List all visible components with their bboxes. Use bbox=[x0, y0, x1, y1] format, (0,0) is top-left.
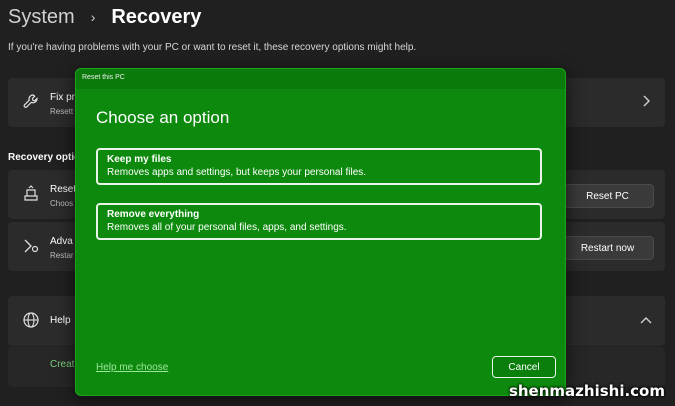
restart-now-button[interactable]: Restart now bbox=[561, 236, 654, 260]
fix-problems-title: Fix pr bbox=[50, 92, 75, 103]
dialog-title: Reset this PC bbox=[82, 74, 125, 81]
reset-pc-button[interactable]: Reset PC bbox=[561, 184, 654, 208]
advanced-startup-subtitle: Restar bbox=[50, 251, 74, 260]
option-title: Remove everything bbox=[107, 209, 200, 220]
recovery-options-heading: Recovery optio bbox=[8, 152, 81, 163]
cancel-button[interactable]: Cancel bbox=[492, 356, 556, 378]
page-title: Recovery bbox=[111, 5, 202, 28]
breadcrumb: System › Recovery bbox=[8, 4, 201, 30]
chevron-right-icon bbox=[639, 94, 653, 108]
breadcrumb-separator: › bbox=[90, 9, 96, 25]
dialog-titlebar: Reset this PC bbox=[76, 69, 565, 89]
remove-everything-option[interactable]: Remove everything Removes all of your pe… bbox=[96, 203, 542, 240]
breadcrumb-system-link[interactable]: System bbox=[8, 6, 75, 29]
option-description: Removes apps and settings, but keeps you… bbox=[107, 167, 367, 178]
reset-pc-icon bbox=[22, 185, 40, 203]
help-create-link[interactable]: Creat bbox=[50, 359, 74, 370]
globe-icon bbox=[22, 311, 40, 329]
wrench-icon bbox=[22, 93, 40, 111]
dialog-heading: Choose an option bbox=[96, 108, 230, 127]
advanced-startup-icon bbox=[22, 237, 40, 255]
chevron-up-icon bbox=[639, 314, 653, 328]
reset-pc-subtitle: Choos bbox=[50, 199, 74, 208]
watermark: shenmazhishi.com bbox=[508, 382, 665, 400]
reset-pc-dialog: Reset this PC Choose an option Keep my f… bbox=[75, 68, 566, 396]
help-me-choose-link[interactable]: Help me choose bbox=[96, 362, 168, 373]
page-description: If you're having problems with your PC o… bbox=[8, 42, 417, 53]
keep-my-files-option[interactable]: Keep my files Removes apps and settings,… bbox=[96, 148, 542, 185]
advanced-startup-title: Adva bbox=[50, 236, 73, 247]
reset-pc-title: Reset bbox=[50, 184, 77, 195]
option-title: Keep my files bbox=[107, 154, 172, 165]
fix-problems-subtitle: Resett bbox=[50, 107, 74, 116]
help-title: Help bbox=[50, 315, 71, 326]
option-description: Removes all of your personal files, apps… bbox=[107, 222, 347, 233]
